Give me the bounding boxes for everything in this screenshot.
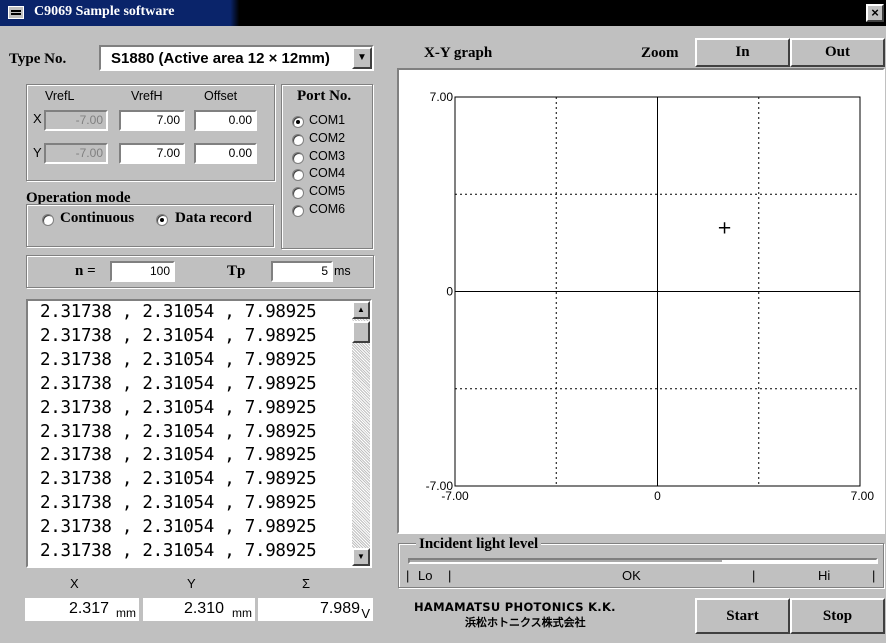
list-item[interactable]: 2.31738 , 2.31054 , 7.98925: [28, 492, 352, 516]
light-scale-left-tick: |: [406, 568, 410, 583]
vref-x-axis-label: X: [33, 111, 42, 126]
position-marker: +: [717, 217, 732, 238]
data-list[interactable]: 2.31738 , 2.31054 , 7.98925 2.31738 , 2.3…: [26, 299, 372, 568]
app-icon[interactable]: [8, 6, 24, 19]
list-item[interactable]: 2.31738 , 2.31054 , 7.98925: [28, 421, 352, 445]
list-item[interactable]: 2.31738 , 2.31054 , 7.98925: [28, 325, 352, 349]
light-level-title: Incident light level: [416, 536, 542, 553]
start-button[interactable]: Start: [695, 598, 790, 634]
readout-y-label: Y: [187, 576, 196, 591]
data-rows: 2.31738 , 2.31054 , 7.98925 2.31738 , 2.3…: [28, 301, 352, 564]
type-no-label: Type No.: [9, 51, 67, 67]
list-item[interactable]: 2.31738 , 2.31054 , 7.98925: [28, 516, 352, 540]
n-field[interactable]: 100: [110, 261, 175, 282]
port-title: Port No.: [297, 88, 352, 104]
x-tick-label-left: -7.00: [441, 489, 469, 503]
list-item[interactable]: 2.31738 , 2.31054 , 7.98925: [28, 444, 352, 468]
zoom-in-button[interactable]: In: [695, 38, 790, 67]
offset-header: Offset: [204, 89, 238, 103]
close-button[interactable]: ×: [866, 4, 884, 22]
data-list-scrollbar[interactable]: ▲ ▼: [352, 301, 370, 566]
list-item[interactable]: 2.31738 , 2.31054 , 7.98925: [28, 301, 352, 325]
x-tick-label-right: 7.00: [851, 489, 875, 503]
brand-name: HAMAMATSU PHOTONICS K.K.: [414, 600, 616, 614]
type-no-select[interactable]: S1880 (Active area 12 × 12mm) ▼: [99, 45, 374, 71]
type-no-dropdown-button[interactable]: ▼: [352, 47, 372, 69]
list-item[interactable]: 2.31738 , 2.31054 , 7.98925: [28, 468, 352, 492]
port-radio-com1[interactable]: [292, 116, 304, 128]
data-record-radio[interactable]: [156, 214, 168, 226]
window-title: C9069 Sample software: [34, 4, 175, 19]
n-label: n =: [75, 263, 96, 279]
xy-graph: 7.00 0 -7.00 -7.00 0 7.00 +: [426, 90, 875, 503]
continuous-label[interactable]: Continuous: [60, 210, 134, 227]
light-scale-lo-tick: |: [448, 568, 452, 583]
scroll-down-icon: ▼: [357, 552, 365, 561]
y-vrefh-field[interactable]: 7.00: [119, 143, 185, 164]
list-item[interactable]: 2.31738 , 2.31054 , 7.98925: [28, 397, 352, 421]
zoom-label: Zoom: [641, 45, 679, 61]
port-label-com1[interactable]: COM1: [309, 113, 345, 127]
y-offset-field[interactable]: 0.00: [194, 143, 257, 164]
tp-unit: ms: [334, 264, 351, 278]
vrefh-header: VrefH: [131, 89, 163, 103]
list-item[interactable]: 2.31738 , 2.31054 , 7.98925: [28, 373, 352, 397]
stop-button[interactable]: Stop: [790, 598, 885, 634]
port-label-com3[interactable]: COM3: [309, 149, 345, 163]
graph-title: X-Y graph: [424, 45, 493, 61]
scroll-down-button[interactable]: ▼: [352, 548, 370, 566]
readout-y-value: 2.310: [183, 600, 224, 617]
readout-x-value: 2.317: [68, 600, 109, 617]
light-scale-right-tick: |: [872, 568, 876, 583]
continuous-radio[interactable]: [42, 214, 54, 226]
readout-x-unit: mm: [116, 606, 136, 620]
light-scale-lo: Lo: [418, 568, 433, 583]
readout-y-box: 2.310 mm: [143, 598, 255, 621]
scroll-up-button[interactable]: ▲: [352, 301, 370, 319]
chevron-down-icon: ▼: [357, 52, 367, 63]
xy-graph-panel: 7.00 0 -7.00 -7.00 0 7.00 +: [397, 68, 885, 534]
type-no-selected: S1880 (Active area 12 × 12mm): [111, 50, 330, 67]
x-vrefl-field[interactable]: -7.00: [44, 110, 108, 131]
x-tick-label-zero: 0: [654, 489, 661, 503]
list-item[interactable]: 2.31738 , 2.31054 , 7.98925: [28, 349, 352, 373]
port-label-com2[interactable]: COM2: [309, 131, 345, 145]
y-tick-label-top: 7.00: [430, 90, 454, 104]
scroll-thumb[interactable]: [352, 321, 370, 343]
brand-name-japanese: 浜松ホトニクス株式会社: [465, 616, 586, 629]
light-scale-ok: OK: [622, 568, 641, 583]
y-tick-label-zero: 0: [446, 285, 453, 299]
x-offset-field[interactable]: 0.00: [194, 110, 257, 131]
readout-sigma-box: 7.989 V: [258, 598, 373, 621]
scroll-up-icon: ▲: [357, 305, 365, 314]
light-scale-hi-tick: |: [752, 568, 756, 583]
port-radio-com3[interactable]: [292, 151, 304, 164]
vref-y-axis-label: Y: [33, 145, 42, 160]
zoom-out-button[interactable]: Out: [790, 38, 885, 67]
port-radio-com2[interactable]: [292, 133, 304, 146]
vrefl-header: VrefL: [45, 89, 75, 103]
readout-sigma-value: 7.989: [319, 600, 360, 617]
x-vrefh-field[interactable]: 7.00: [119, 110, 185, 131]
data-record-label[interactable]: Data record: [175, 210, 252, 227]
port-label-com5[interactable]: COM5: [309, 184, 345, 198]
light-scale-hi: Hi: [818, 568, 831, 583]
light-level-fill: [410, 560, 723, 562]
readout-x-box: 2.317 mm: [25, 598, 139, 621]
y-vrefl-field[interactable]: -7.00: [44, 143, 108, 164]
port-label-com6[interactable]: COM6: [309, 202, 345, 216]
port-radio-com6[interactable]: [292, 205, 304, 217]
list-item[interactable]: 2.31738 , 2.31054 , 7.98925: [28, 540, 352, 564]
light-level-bar: [408, 558, 878, 564]
readout-x-label: X: [70, 576, 79, 591]
title-bar: C9069 Sample software ×: [0, 0, 886, 26]
readout-sigma-unit: V: [361, 606, 370, 621]
readout-y-unit: mm: [232, 606, 252, 620]
tp-label: Tp: [227, 263, 246, 279]
port-label-com4[interactable]: COM4: [309, 166, 345, 180]
readout-sigma-label: Σ: [302, 576, 311, 591]
tp-field[interactable]: 5: [271, 261, 333, 282]
